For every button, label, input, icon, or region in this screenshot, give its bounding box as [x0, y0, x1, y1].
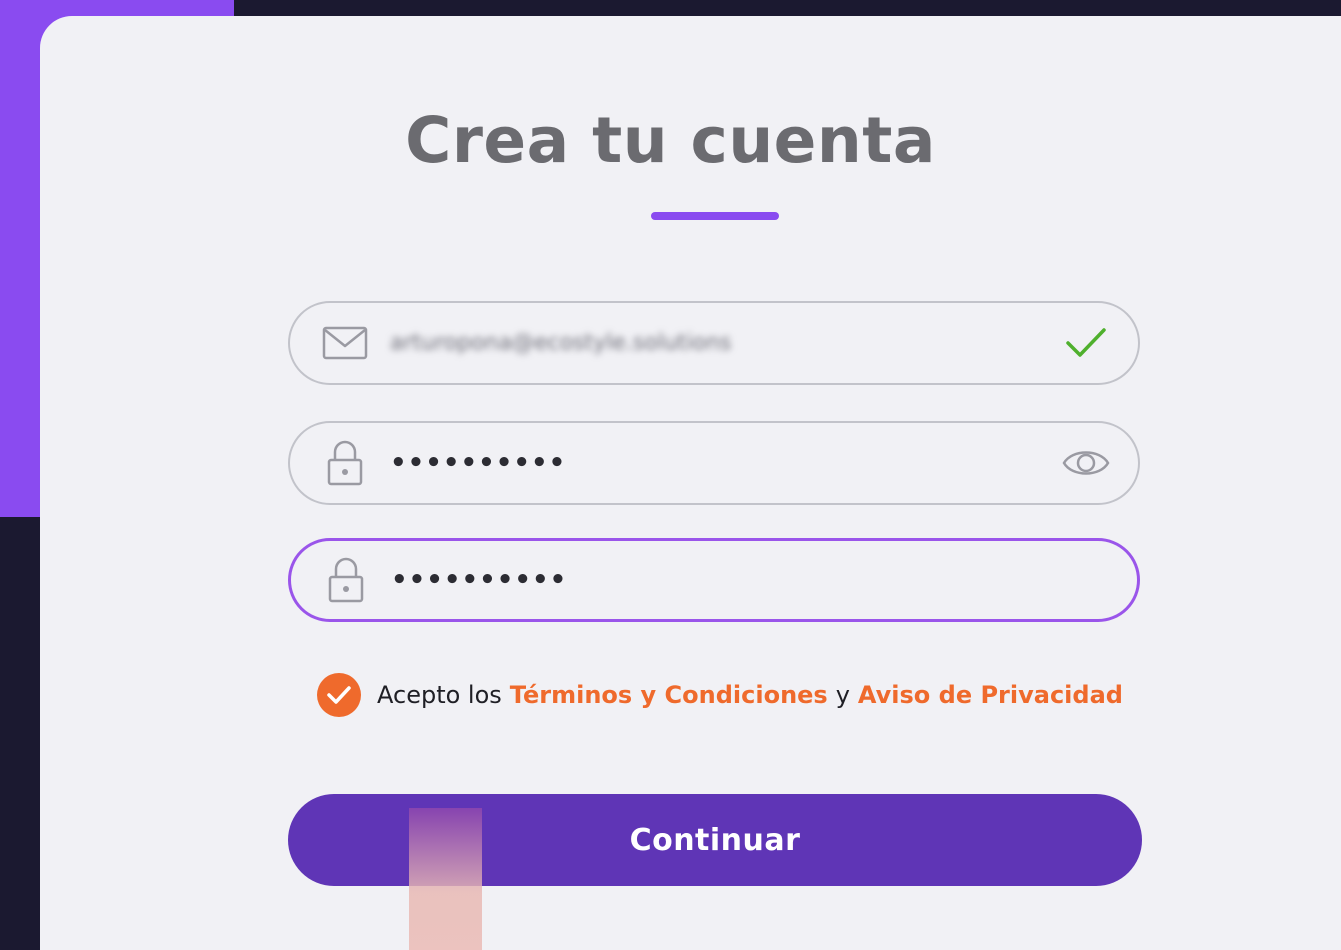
continue-button[interactable]: Continuar: [288, 794, 1142, 886]
screen: Crea tu cuenta arturopona@ecostyle.solut…: [0, 0, 1341, 950]
mail-icon: [322, 320, 368, 366]
eye-icon[interactable]: [1060, 437, 1112, 489]
password-value[interactable]: ••••••••••: [390, 448, 566, 478]
lock-icon: [322, 440, 368, 486]
password-field[interactable]: ••••••••••: [288, 421, 1140, 505]
terms-checkbox[interactable]: [317, 673, 361, 717]
checkmark-icon: [327, 686, 351, 704]
checkmark-icon: [1060, 317, 1112, 369]
confirm-password-value[interactable]: ••••••••••: [391, 565, 567, 595]
page-title: Crea tu cuenta: [405, 104, 936, 177]
terms-row: Acepto los Términos y Condiciones y Avis…: [317, 672, 1123, 718]
privacy-link[interactable]: Aviso de Privacidad: [858, 681, 1123, 709]
terms-conjunction: y: [835, 681, 850, 709]
title-underline: [651, 212, 779, 220]
email-value[interactable]: arturopona@ecostyle.solutions: [390, 331, 731, 356]
confirm-password-field[interactable]: ••••••••••: [288, 538, 1140, 622]
lock-icon: [323, 557, 369, 603]
terms-prefix: Acepto los: [377, 681, 502, 709]
terms-link[interactable]: Términos y Condiciones: [510, 681, 828, 709]
email-field[interactable]: arturopona@ecostyle.solutions: [288, 301, 1140, 385]
